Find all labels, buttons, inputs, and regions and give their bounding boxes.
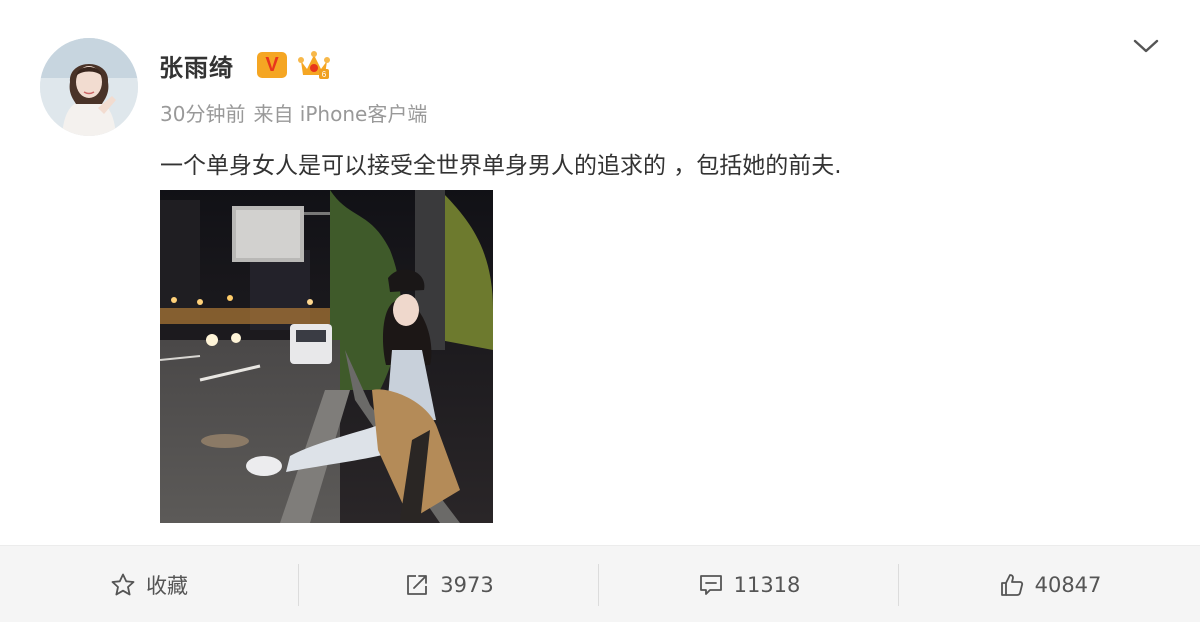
repost-button[interactable]: 3973 xyxy=(300,546,598,623)
comment-button[interactable]: 11318 xyxy=(600,546,898,623)
crown-level-icon[interactable]: 6 xyxy=(297,49,331,81)
favorite-label: 收藏 xyxy=(146,573,188,598)
post-source: 来自 iPhone客户端 xyxy=(253,102,428,126)
thumbs-up-icon xyxy=(1000,573,1023,596)
post-photo-image xyxy=(160,190,493,523)
post-text: 一个单身女人是可以接受全世界单身男人的追求的 ，包括她的前夫. xyxy=(160,153,842,179)
comment-icon xyxy=(699,574,722,595)
verified-label: V xyxy=(265,53,279,76)
chevron-down-icon[interactable] xyxy=(1132,36,1160,56)
svg-text:6: 6 xyxy=(322,70,327,79)
avatar-image xyxy=(40,38,138,136)
username[interactable]: 张雨绮 xyxy=(159,48,234,83)
comment-count: 11318 xyxy=(733,572,801,597)
repost-count: 3973 xyxy=(440,572,494,597)
like-button[interactable]: 40847 xyxy=(900,546,1200,623)
action-divider xyxy=(298,564,299,606)
avatar[interactable] xyxy=(40,38,138,136)
verified-v-icon: V xyxy=(257,52,287,78)
share-arrow-icon xyxy=(407,574,428,595)
like-count: 40847 xyxy=(1034,572,1102,597)
favorite-button[interactable]: 收藏 xyxy=(0,546,298,623)
post-meta: 30分钟前 来自 iPhone客户端 xyxy=(160,98,435,127)
action-divider xyxy=(898,564,899,606)
weibo-post-card: 张雨绮 V 6 30分钟前 来自 iPhone客户端 一个单身女人是可以接受全世界… xyxy=(0,0,1200,622)
post-time[interactable]: 30分钟前 xyxy=(160,102,245,126)
star-icon xyxy=(111,573,135,595)
action-divider xyxy=(598,564,599,606)
post-photo[interactable] xyxy=(160,190,493,523)
action-bar: 收藏 3973 11318 40847 xyxy=(0,545,1200,622)
